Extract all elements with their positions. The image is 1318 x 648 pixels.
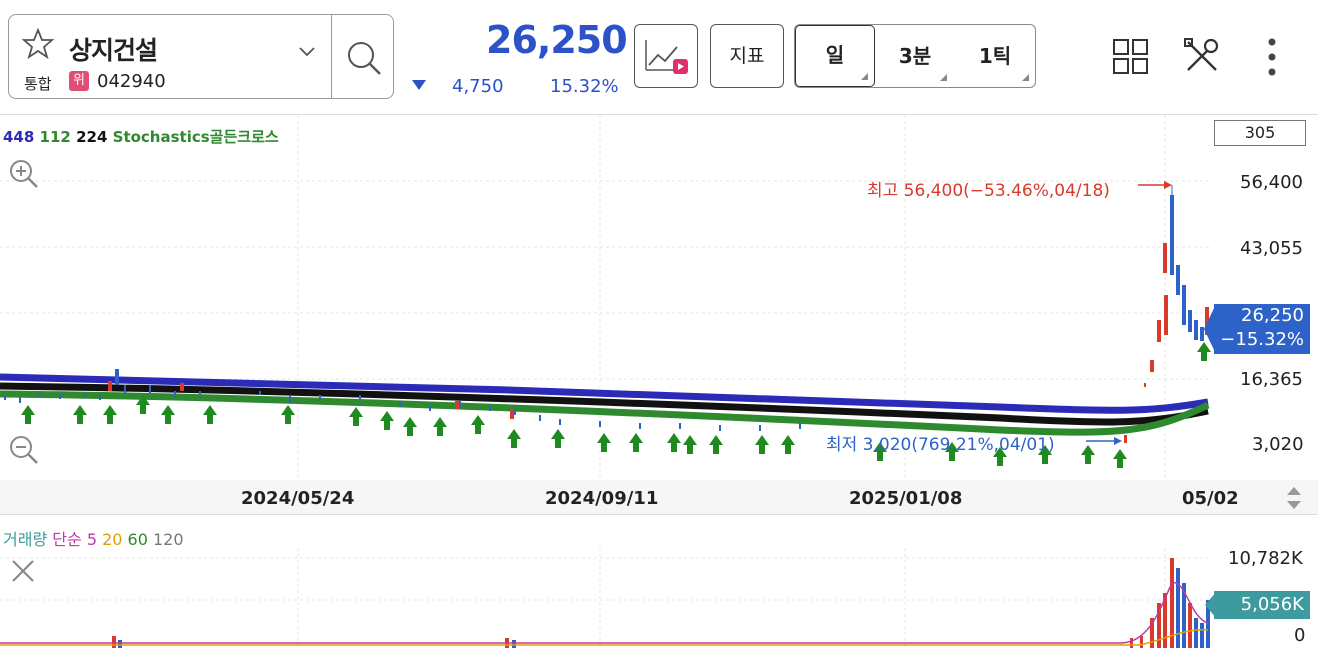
date-axis xyxy=(0,480,1318,514)
scroll-updown-icon[interactable] xyxy=(1284,484,1304,512)
price-change-percent: 15.32% xyxy=(550,76,619,97)
tools-icon[interactable] xyxy=(1182,36,1222,76)
period-tab-day[interactable]: 일 xyxy=(795,25,875,87)
y-axis-label: 43,055 xyxy=(1240,238,1303,259)
stock-name: 상지건설 xyxy=(69,36,158,65)
chart-video-icon xyxy=(645,40,688,74)
high-annotation: 최고 56,400(−53.46%,04/18) xyxy=(867,181,1110,201)
y-axis-label: 16,365 xyxy=(1240,369,1303,390)
period-selector: 일 3분 1틱 xyxy=(794,24,1036,88)
search-icon[interactable] xyxy=(343,37,385,79)
date-label: 2025/01/08 xyxy=(849,488,963,509)
down-arrow-icon xyxy=(412,80,426,90)
price-change: 4,750 xyxy=(452,76,504,97)
current-price-tag: 26,250 −15.32% xyxy=(1214,304,1310,354)
volume-chart-canvas[interactable] xyxy=(0,548,1212,648)
warning-badge: 위 xyxy=(69,71,89,91)
current-volume-tag: 5,056K xyxy=(1214,591,1310,619)
stock-code: 042940 xyxy=(97,71,166,92)
date-label: 2024/05/24 xyxy=(241,488,355,509)
volume-legend: 거래량 단순 5 20 60 120 xyxy=(3,530,184,549)
chevron-down-icon[interactable] xyxy=(297,45,317,59)
indicator-button[interactable]: 지표 xyxy=(710,24,784,88)
zoom-in-icon[interactable] xyxy=(8,158,40,190)
low-annotation: 최저 3,020(769.21%,04/01) xyxy=(826,435,1055,455)
y-axis-label-low: 3,020 xyxy=(1252,434,1304,455)
volume-axis-max: 10,782K xyxy=(1228,548,1303,569)
current-price: 26,250 xyxy=(486,18,628,62)
layout-grid-icon[interactable] xyxy=(1112,38,1150,76)
volume-bars xyxy=(0,558,1210,648)
chart-video-button[interactable] xyxy=(634,24,698,88)
period-tab-1tick[interactable]: 1틱 xyxy=(955,25,1035,87)
zoom-out-icon[interactable] xyxy=(8,434,40,466)
period-tab-3min[interactable]: 3분 xyxy=(877,25,953,87)
y-axis-label-high: 56,400 xyxy=(1240,172,1303,193)
date-label: 2024/09/11 xyxy=(545,488,659,509)
date-label: 05/02 xyxy=(1182,488,1239,509)
bar-count-box[interactable]: 305 xyxy=(1214,120,1306,146)
stock-selector[interactable]: 상지건설 통합 위 042940 xyxy=(8,14,394,99)
favorite-star-icon[interactable] xyxy=(21,27,55,61)
volume-axis-min: 0 xyxy=(1294,625,1306,646)
more-menu-icon[interactable] xyxy=(1262,36,1282,80)
market-tag: 통합 xyxy=(24,75,52,93)
price-chart-canvas[interactable] xyxy=(0,115,1212,480)
